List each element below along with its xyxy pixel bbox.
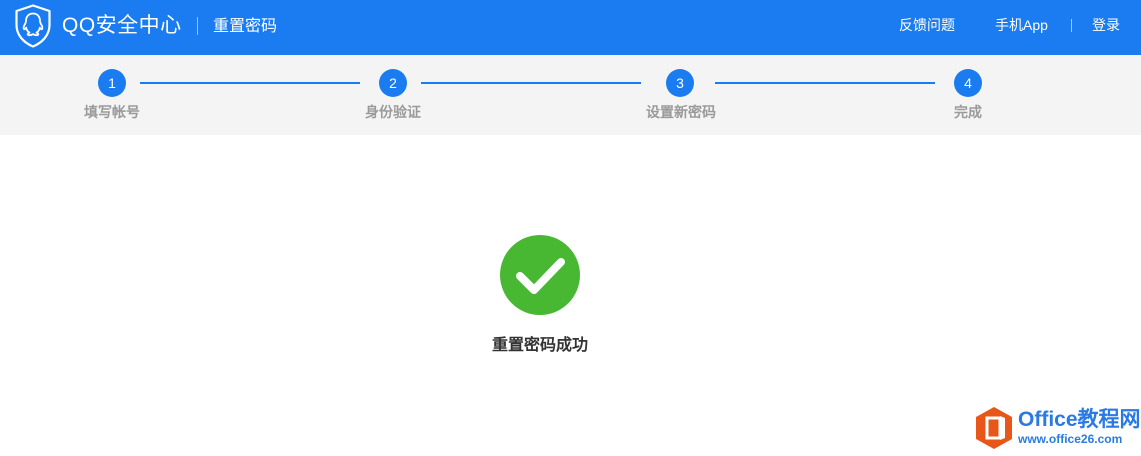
step-2-number: 2 — [379, 69, 407, 97]
nav-mobile-app-link[interactable]: 手机App — [995, 15, 1048, 35]
nav-divider — [1071, 19, 1072, 32]
watermark: Office教程网 www.office26.com — [974, 404, 1141, 456]
step-connector — [140, 82, 360, 84]
step-connector — [421, 82, 641, 84]
step-4-number: 4 — [954, 69, 982, 97]
brand-title[interactable]: QQ安全中心 — [62, 12, 182, 40]
step-2-label: 身份验证 — [365, 104, 421, 120]
nav-feedback-link[interactable]: 反馈问题 — [899, 15, 955, 35]
step-3-number: 3 — [666, 69, 694, 97]
qq-shield-logo-icon[interactable] — [14, 4, 52, 48]
step-1-number: 1 — [98, 69, 126, 97]
nav-login-link[interactable]: 登录 — [1092, 15, 1120, 35]
step-1-label: 填写帐号 — [84, 104, 140, 120]
step-4-label: 完成 — [954, 104, 982, 120]
office-logo-icon — [976, 407, 1012, 449]
success-message: 重置密码成功 — [491, 337, 588, 354]
watermark-title: Office教程网 — [1018, 408, 1141, 431]
watermark-url: www.office26.com — [1018, 432, 1123, 446]
step-3-label: 设置新密码 — [646, 104, 716, 120]
progress-steps: 1 2 3 4 填写帐号 身份验证 设置新密码 完成 — [0, 55, 1141, 135]
page-title: 重置密码 — [213, 18, 278, 35]
brand-divider — [197, 17, 198, 35]
top-header-bar: QQ安全中心 重置密码 反馈问题 手机App 登录 — [0, 0, 1141, 55]
checkmark-circle-icon — [500, 235, 580, 315]
step-connector — [715, 82, 935, 84]
